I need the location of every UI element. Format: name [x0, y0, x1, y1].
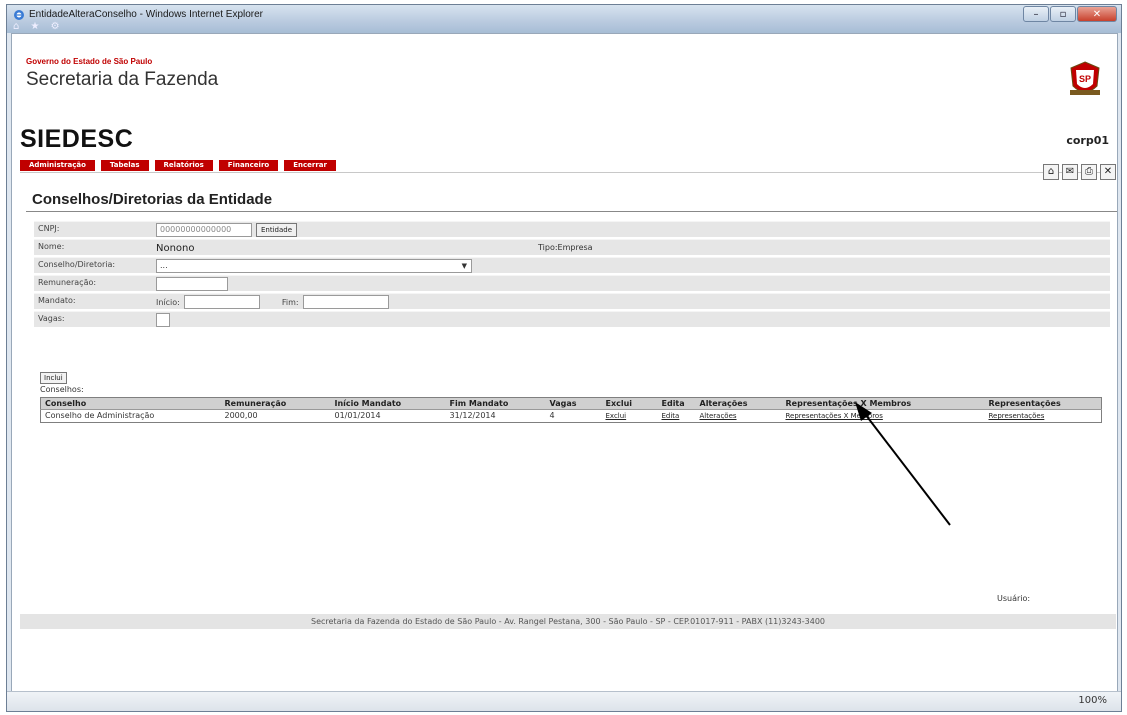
representacoes-link[interactable]: Representações — [984, 409, 1102, 423]
conselho-label: Conselho/Diretoria: — [38, 260, 116, 269]
dropdown-arrow-icon: ▼ — [461, 262, 467, 270]
cell-conselho: Conselho de Administração — [40, 409, 221, 423]
sp-coat-of-arms-logo: SP — [1070, 61, 1100, 95]
table-row: Conselho de Administração 2000,00 01/01/… — [40, 409, 1102, 423]
col-exclui: Exclui — [601, 397, 658, 410]
status-bar: 100% — [7, 691, 1121, 711]
remuneracao-input[interactable] — [156, 277, 228, 291]
nome-row: Nome: Nonono Tipo:Empresa — [34, 239, 1110, 255]
title-bar: EntidadeAlteraConselho - Windows Interne… — [7, 5, 1121, 33]
col-vagas: Vagas — [545, 397, 602, 410]
inicio-label: Início: — [156, 297, 180, 307]
col-representacoes: Representações — [984, 397, 1102, 410]
inicio-input[interactable] — [183, 295, 260, 309]
user-code: corp01 — [1066, 134, 1109, 147]
exclui-link[interactable]: Exclui — [601, 409, 658, 423]
remuneracao-label: Remuneração: — [38, 278, 97, 287]
col-alteracoes: Alterações — [695, 397, 782, 410]
annotation-arrow — [855, 402, 951, 526]
maximize-button[interactable]: ▫ — [1050, 6, 1076, 22]
cell-inicio-mandato: 01/01/2014 — [330, 409, 446, 423]
browser-window: EntidadeAlteraConselho - Windows Interne… — [6, 4, 1122, 712]
page-footer: Secretaria da Fazenda do Estado de São P… — [20, 614, 1116, 629]
conselho-select-value: ... — [160, 261, 168, 270]
home-icon[interactable]: ⌂ — [1043, 164, 1059, 180]
conselho-select[interactable]: ... ▼ — [156, 259, 472, 273]
conselhos-label: Conselhos: — [40, 385, 84, 394]
col-fim-mandato: Fim Mandato — [445, 397, 546, 410]
close-window-button[interactable]: ✕ — [1077, 6, 1117, 22]
government-line: Governo do Estado de São Paulo — [26, 57, 153, 66]
col-inicio-mandato: Início Mandato — [330, 397, 446, 410]
conselhos-table: Conselho Remuneração Início Mandato Fim … — [40, 397, 1102, 423]
close-icon[interactable]: ✕ — [1100, 164, 1116, 180]
conselho-row: Conselho/Diretoria: ... ▼ — [34, 257, 1110, 273]
remuneracao-row: Remuneração: — [34, 275, 1110, 291]
cell-fim-mandato: 31/12/2014 — [445, 409, 546, 423]
incluir-button[interactable]: Inclui — [40, 372, 67, 384]
vagas-input[interactable] — [156, 313, 170, 327]
entidade-button[interactable]: Entidade — [256, 223, 298, 237]
menu-relatorios[interactable]: Relatórios — [154, 160, 213, 171]
menu-bar: Administração Tabelas Relatórios Finance… — [20, 160, 1116, 180]
vagas-label: Vagas: — [38, 314, 65, 323]
col-edita: Edita — [657, 397, 696, 410]
cnpj-input[interactable]: 00000000000000 — [156, 223, 252, 237]
cell-remuneracao: 2000,00 — [220, 409, 331, 423]
svg-text:SP: SP — [1079, 74, 1091, 84]
cnpj-label: CNPJ: — [38, 224, 60, 233]
entity-form: CNPJ: 00000000000000 Entidade Nome: Nono… — [34, 221, 1110, 329]
menu-encerrar[interactable]: Encerrar — [284, 160, 336, 171]
mail-icon[interactable]: ✉ — [1062, 164, 1078, 180]
minimize-button[interactable]: – — [1023, 6, 1049, 22]
nome-label: Nome: — [38, 242, 65, 251]
edita-link[interactable]: Edita — [657, 409, 696, 423]
zoom-level[interactable]: 100% — [1078, 695, 1107, 706]
menu-financeiro[interactable]: Financeiro — [218, 160, 279, 171]
col-remuneracao: Remuneração — [220, 397, 331, 410]
mandato-label: Mandato: — [38, 296, 76, 305]
vagas-row: Vagas: — [34, 311, 1110, 327]
cnpj-row: CNPJ: 00000000000000 Entidade — [34, 221, 1110, 237]
mandato-row: Mandato: Início: Fim: — [34, 293, 1110, 309]
alteracoes-link[interactable]: Alterações — [695, 409, 782, 423]
representacoes-membros-link[interactable]: Representações X Membros — [781, 409, 985, 423]
page-viewport: Governo do Estado de São Paulo Secretari… — [11, 33, 1118, 692]
col-conselho: Conselho — [40, 397, 221, 410]
app-name: SIEDESC — [20, 125, 134, 153]
menu-administracao[interactable]: Administração — [20, 160, 95, 171]
table-header-row: Conselho Remuneração Início Mandato Fim … — [40, 397, 1102, 410]
window-title: EntidadeAlteraConselho - Windows Interne… — [29, 9, 264, 20]
nome-value: Nonono — [156, 242, 195, 254]
menu-tabelas[interactable]: Tabelas — [100, 160, 149, 171]
internet-explorer-icon — [14, 10, 24, 20]
page-title: Conselhos/Diretorias da Entidade — [32, 191, 273, 208]
favorites-icons[interactable]: ⌂ ★ ⚙ — [13, 21, 64, 32]
col-representacoes-membros: Representações X Membros — [781, 397, 985, 410]
fim-input[interactable] — [302, 295, 389, 309]
secretaria-title: Secretaria da Fazenda — [26, 69, 219, 90]
fim-label: Fim: — [281, 297, 299, 307]
usuario-label: Usuário: — [997, 594, 1031, 603]
print-icon[interactable]: ⎙ — [1081, 164, 1097, 180]
tipo-value: Tipo:Empresa — [538, 243, 593, 252]
cell-vagas: 4 — [545, 409, 602, 423]
title-divider — [26, 211, 1117, 212]
